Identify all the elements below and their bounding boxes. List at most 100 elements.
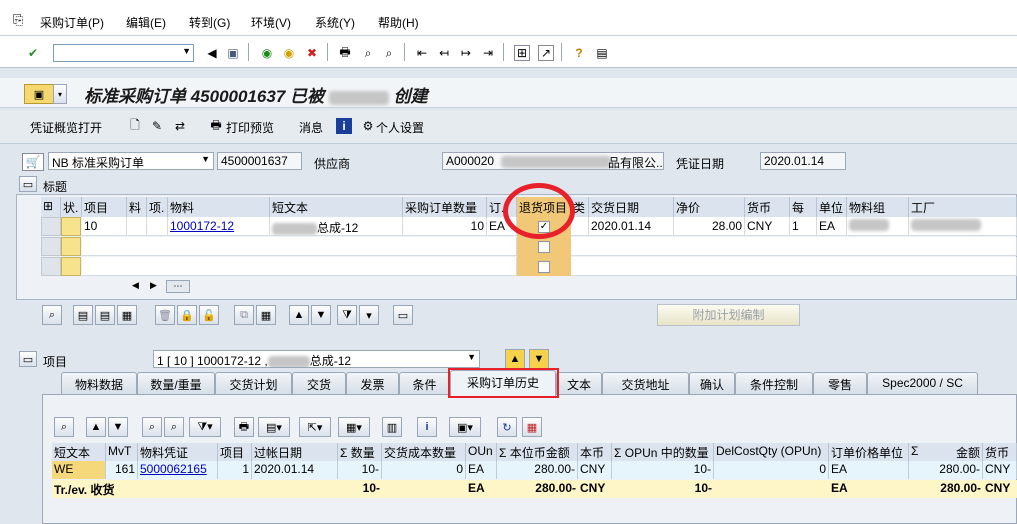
find-icon[interactable]: ⌕ bbox=[142, 417, 162, 437]
scroll-right-icon[interactable]: ▶ bbox=[150, 280, 157, 291]
column-header[interactable]: 本币 bbox=[578, 443, 612, 461]
tab-condition-control[interactable]: 条件控制 bbox=[735, 372, 813, 394]
history-cell[interactable]: 280.00- bbox=[909, 461, 983, 479]
sort-ascending-icon[interactable]: ▲ bbox=[289, 305, 309, 325]
chevron-down-icon[interactable]: ▾ bbox=[53, 84, 67, 104]
tab-material-data[interactable]: 物料数据 bbox=[61, 372, 137, 394]
plant-cell[interactable] bbox=[909, 217, 1017, 236]
messages-button[interactable]: 消息 bbox=[299, 119, 323, 136]
history-cell[interactable]: EA bbox=[829, 461, 909, 479]
column-header[interactable]: 物料凭证 bbox=[138, 443, 218, 461]
menu-environment[interactable]: 环境(V) bbox=[251, 14, 291, 31]
personal-settings-icon[interactable]: ⚙ bbox=[360, 118, 376, 134]
history-cell[interactable]: WE bbox=[52, 461, 106, 479]
tab-delivery[interactable]: 交货 bbox=[292, 372, 346, 394]
export-menu-icon[interactable]: ⇱▾ bbox=[299, 417, 331, 437]
filter-menu-icon[interactable]: ⧩▾ bbox=[189, 417, 221, 437]
column-header[interactable]: Σ OPUn 中的数量 bbox=[612, 443, 714, 461]
tab-invoice[interactable]: 发票 bbox=[346, 372, 399, 394]
personal-settings-button[interactable]: 个人设置 bbox=[376, 119, 424, 136]
column-header[interactable]: 净价 bbox=[674, 197, 745, 217]
empty-row[interactable] bbox=[82, 237, 517, 256]
menu-goto[interactable]: 转到(G) bbox=[189, 14, 230, 31]
menu-edit[interactable]: 编辑(E) bbox=[126, 14, 166, 31]
po-number-field[interactable]: 4500001637 bbox=[217, 152, 302, 170]
last-page-icon[interactable]: ⇥ bbox=[480, 45, 496, 61]
expand-header-icon[interactable]: ▭ bbox=[19, 176, 37, 192]
table-cell[interactable] bbox=[127, 217, 147, 236]
document-type-select[interactable]: NB 标准采购订单 ▼ bbox=[48, 152, 214, 170]
deselect-all-icon[interactable]: ▦ bbox=[117, 305, 137, 325]
row-selector[interactable] bbox=[41, 217, 61, 236]
other-document-icon[interactable]: ⇄ bbox=[172, 118, 188, 134]
save-icon[interactable]: ▣ bbox=[225, 45, 241, 61]
row-selector[interactable] bbox=[41, 257, 61, 276]
column-header[interactable]: 采购订单数量 bbox=[403, 197, 487, 217]
paste-icon[interactable]: ▦ bbox=[256, 305, 276, 325]
column-header[interactable]: 每 bbox=[790, 197, 817, 217]
history-cell[interactable]: CNY bbox=[983, 461, 1017, 479]
item-number-cell[interactable]: 10 bbox=[82, 217, 127, 236]
column-header[interactable]: 订单价格单位 bbox=[829, 443, 909, 461]
previous-page-icon[interactable]: ↤ bbox=[436, 45, 452, 61]
tab-texts[interactable]: 文本 bbox=[556, 372, 602, 394]
first-page-icon[interactable]: ⇤ bbox=[414, 45, 430, 61]
history-details-icon[interactable]: ⌕ bbox=[54, 417, 74, 437]
empty-row[interactable] bbox=[571, 257, 1017, 276]
column-header[interactable]: 项目 bbox=[82, 197, 127, 217]
tab-retail[interactable]: 零售 bbox=[813, 372, 867, 394]
net-price-cell[interactable]: 28.00 bbox=[674, 217, 745, 236]
views-menu-icon[interactable]: ▤▾ bbox=[258, 417, 290, 437]
cancel-icon[interactable]: ✖ bbox=[304, 45, 320, 61]
history-cell[interactable]: 2020.01.14 bbox=[252, 461, 338, 479]
select-all-icon[interactable]: ▤ bbox=[73, 305, 93, 325]
find-next-icon[interactable]: ⌕ bbox=[164, 417, 184, 437]
schedule-button[interactable]: 附加计划编制 bbox=[657, 304, 800, 326]
column-header[interactable]: 过帐日期 bbox=[252, 443, 338, 461]
layout-menu-icon[interactable]: ▤ bbox=[594, 45, 610, 61]
tab-confirmations[interactable]: 确认 bbox=[689, 372, 735, 394]
quantity-cell[interactable]: 10 bbox=[403, 217, 487, 236]
object-type-icon[interactable]: ▣ bbox=[24, 84, 54, 104]
copy-icon[interactable]: ⧉ bbox=[234, 305, 254, 325]
next-page-icon[interactable]: ↦ bbox=[458, 45, 474, 61]
refresh-icon[interactable]: ↻ bbox=[497, 417, 517, 437]
calculator-icon[interactable]: ▦ bbox=[522, 417, 542, 437]
column-header[interactable]: Σ 数量 bbox=[338, 443, 382, 461]
column-header[interactable]: 物料 bbox=[168, 197, 270, 217]
history-cell[interactable]: EA bbox=[466, 461, 497, 479]
column-header[interactable]: 物料组 bbox=[847, 197, 909, 217]
sort-ascending-icon[interactable]: ▲ bbox=[86, 417, 106, 437]
return-item-checkbox[interactable] bbox=[538, 241, 550, 253]
history-cell[interactable]: CNY bbox=[578, 461, 612, 479]
chevron-down-icon[interactable]: ▼ bbox=[182, 46, 191, 56]
menu-system[interactable]: 系统(Y) bbox=[315, 14, 355, 31]
column-header[interactable]: 状. bbox=[61, 197, 82, 217]
unit-cell[interactable]: EA bbox=[817, 217, 847, 236]
column-header[interactable]: Σ 本位币金额 bbox=[497, 443, 578, 461]
history-cell[interactable]: 1 bbox=[218, 461, 252, 479]
menu-purchase-order[interactable]: 采购订单(P) bbox=[40, 14, 104, 31]
tab-delivery-schedule[interactable]: 交货计划 bbox=[215, 372, 292, 394]
delete-icon[interactable]: 🗑 bbox=[155, 305, 175, 325]
vendor-field[interactable]: A000020 品有限公... bbox=[442, 152, 664, 170]
per-cell[interactable]: 1 bbox=[790, 217, 817, 236]
column-header[interactable]: 短文本 bbox=[52, 443, 106, 461]
table-cell[interactable] bbox=[571, 217, 589, 236]
tab-conditions[interactable]: 条件 bbox=[399, 372, 450, 394]
next-item-icon[interactable]: ▼ bbox=[529, 349, 549, 369]
column-header[interactable]: 单位 bbox=[817, 197, 847, 217]
unlock-icon[interactable]: 🔓 bbox=[199, 305, 219, 325]
shortcut-icon[interactable]: ↗ bbox=[538, 45, 554, 61]
empty-row[interactable] bbox=[571, 237, 1017, 256]
print-icon[interactable]: 🖶 bbox=[337, 45, 353, 61]
item-select[interactable]: 1 [ 10 ] 1000172-12 , 总成-12 ▼ bbox=[153, 350, 480, 368]
back-icon[interactable]: ◉ bbox=[259, 45, 275, 61]
column-header[interactable]: 货币 bbox=[745, 197, 790, 217]
column-header[interactable]: MvT bbox=[106, 443, 138, 461]
lock-icon[interactable]: 🔒 bbox=[177, 305, 197, 325]
document-overview-button[interactable]: 凭证概览打开 bbox=[30, 119, 102, 136]
column-header[interactable]: 项目 bbox=[218, 443, 252, 461]
menu-help[interactable]: 帮助(H) bbox=[378, 14, 419, 31]
filter-icon[interactable]: ⧩ bbox=[337, 305, 357, 325]
